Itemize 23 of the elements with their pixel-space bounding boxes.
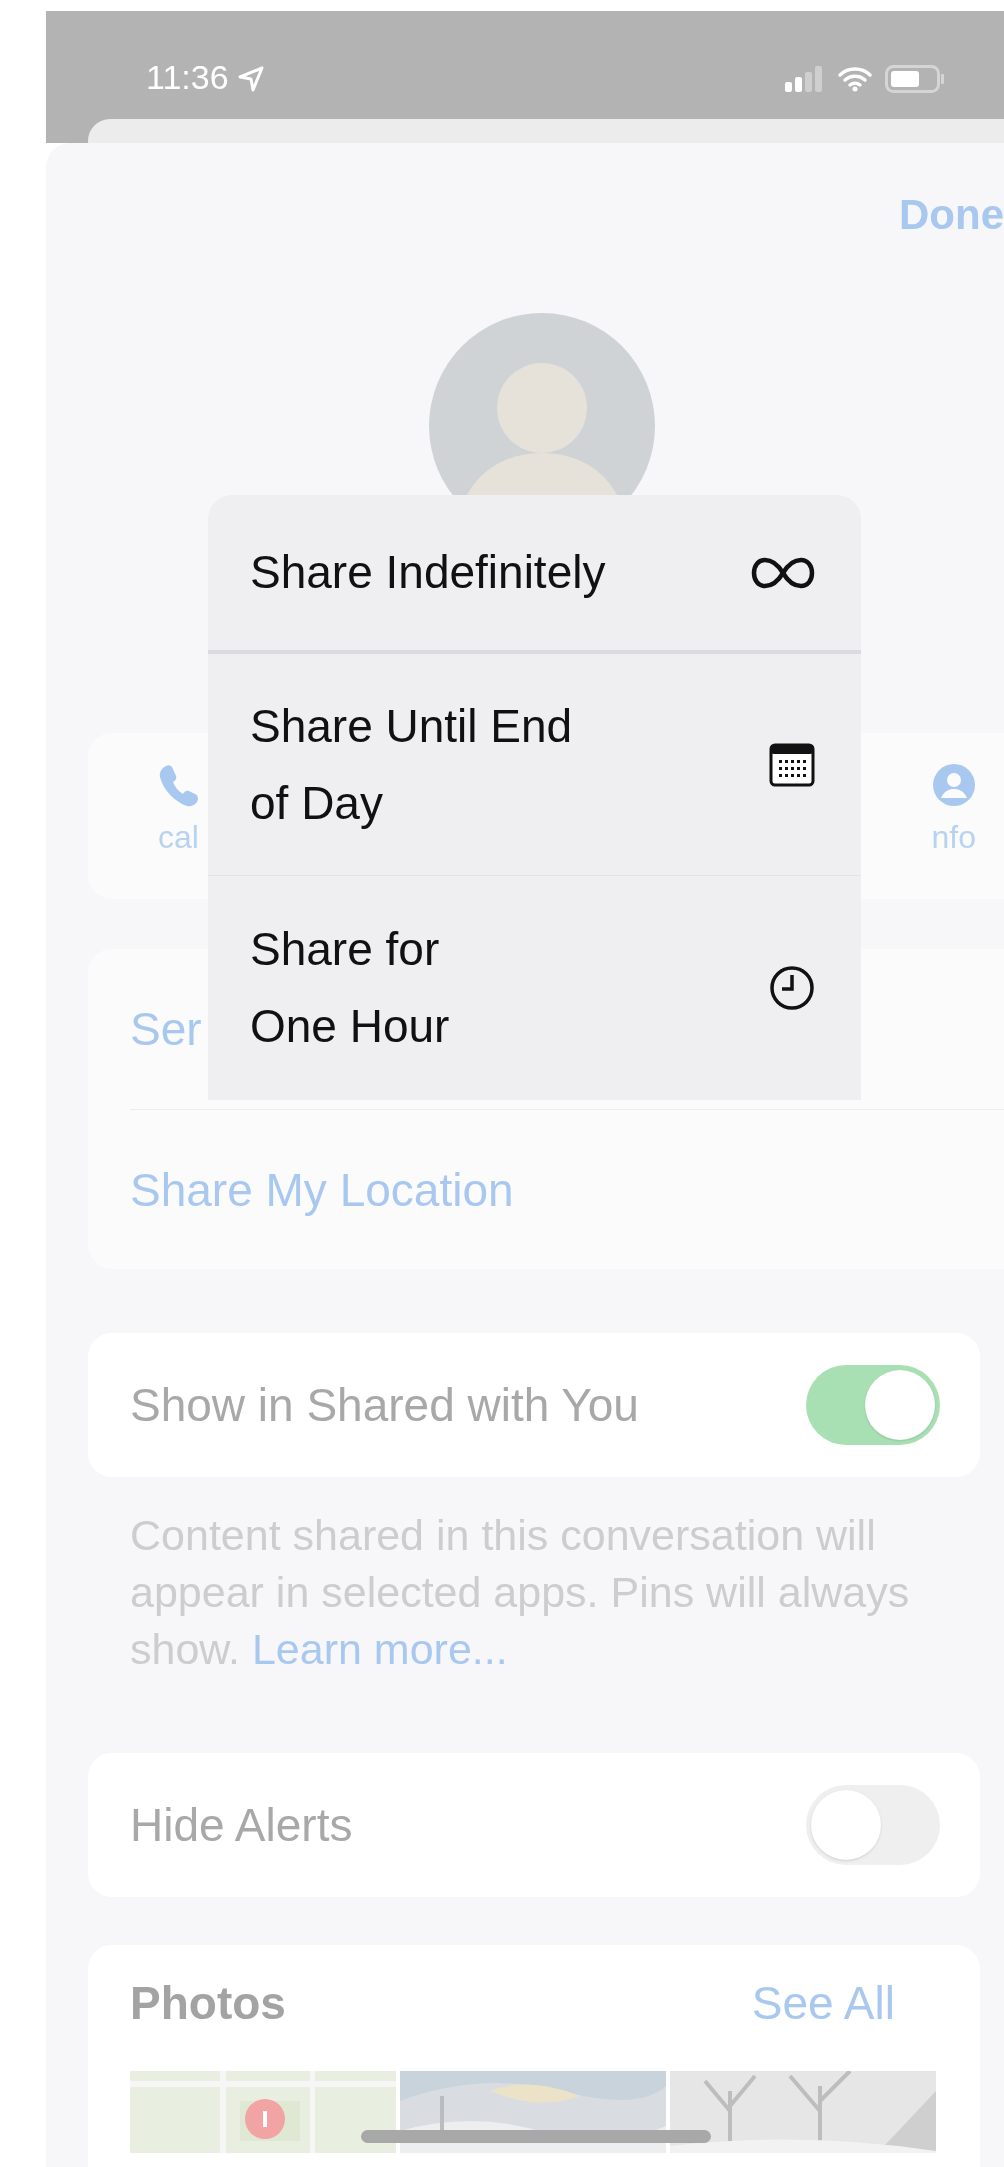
list-action[interactable]: Share My Location <box>130 1161 514 1218</box>
done-button[interactable]: Done <box>899 187 1004 243</box>
learn-more-link[interactable]: Learn more... <box>251 1625 508 1673</box>
status-time: 11:36 <box>146 57 229 97</box>
battery-icon <box>884 65 945 93</box>
setting-label: Show in Shared with You <box>130 1378 639 1433</box>
infinity-icon <box>751 555 815 590</box>
setting-label: Hide Alerts <box>130 1798 353 1853</box>
calendar-icon <box>769 742 815 787</box>
menu-item[interactable]: Share for One Hour <box>208 875 861 1100</box>
clock-icon <box>769 965 815 1011</box>
person-icon <box>931 763 976 807</box>
phone-icon <box>158 763 199 807</box>
menu-item[interactable]: Share Indefinitely <box>208 495 861 650</box>
wifi-icon <box>836 66 873 92</box>
signal-icon <box>784 66 825 92</box>
list-action[interactable]: Ser <box>130 1001 202 1057</box>
action-button[interactable]: cal <box>158 763 199 899</box>
menu-item[interactable]: Share Until End of Day <box>208 650 861 875</box>
see-all-button[interactable]: See All <box>751 1975 895 2031</box>
location-arrow-icon <box>236 65 265 93</box>
action-button[interactable]: nfo <box>931 763 976 899</box>
section-title: Photos <box>130 1976 286 2031</box>
